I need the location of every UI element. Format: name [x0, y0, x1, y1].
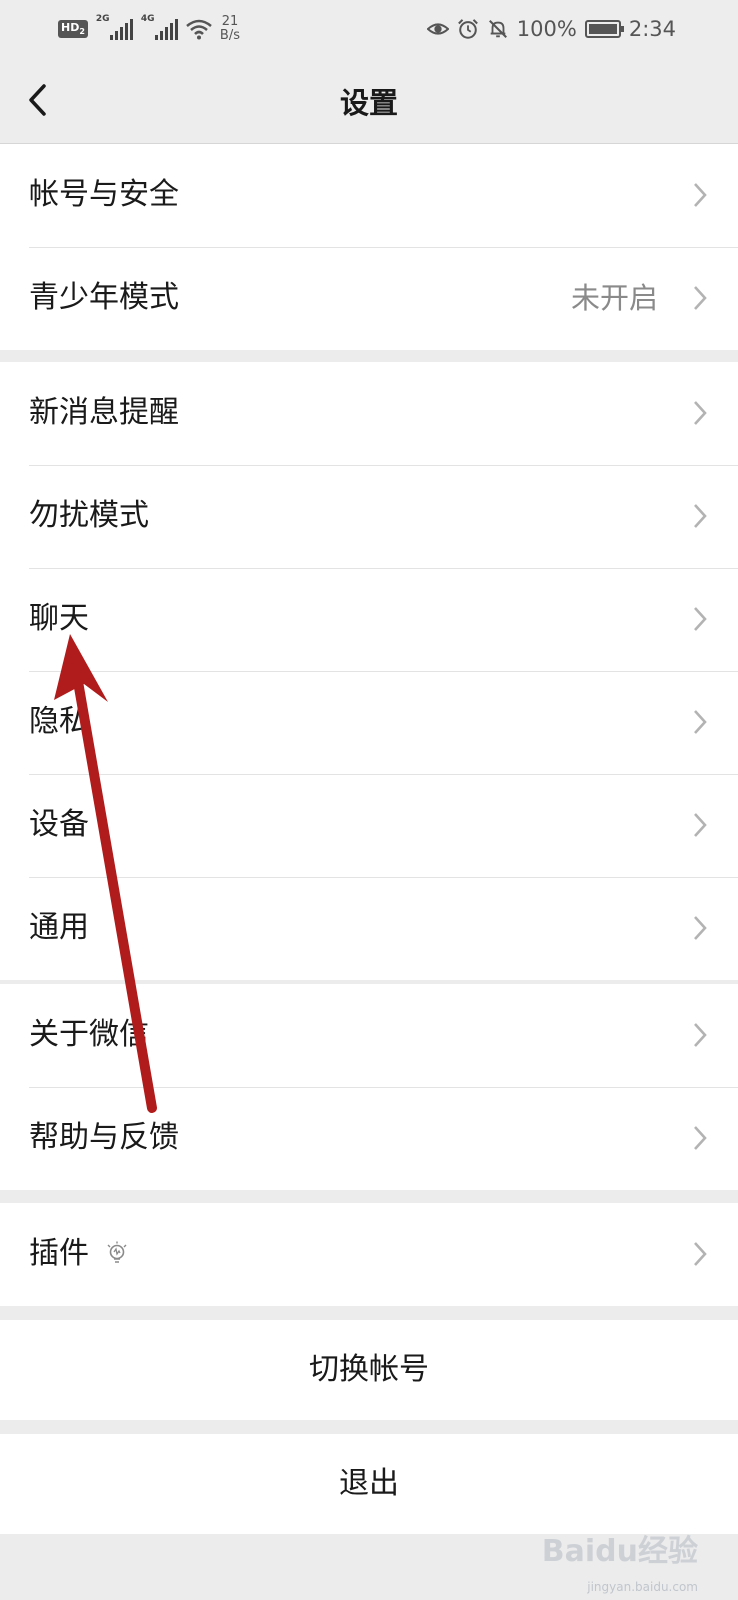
alarm-icon [457, 19, 478, 39]
chevron-right-icon [694, 401, 707, 425]
settings-row-account-security[interactable]: 帐号与安全 [0, 144, 738, 247]
teen-mode-status: 未开启 [570, 281, 658, 315]
chevron-right-icon [694, 1126, 707, 1150]
row-label: 青少年模式 [29, 280, 179, 315]
settings-row-devices[interactable]: 设备 [0, 774, 738, 877]
chevron-right-icon [694, 710, 707, 734]
lightbulb-icon [107, 1241, 127, 1263]
chevron-right-icon [694, 183, 707, 207]
settings-row-help-feedback[interactable]: 帮助与反馈 [0, 1087, 738, 1190]
settings-row-about-wechat[interactable]: 关于微信 [0, 984, 738, 1087]
battery-icon [584, 20, 624, 38]
settings-group-general: 新消息提醒 勿扰模式 聊天 隐私 设备 通用 [0, 362, 738, 980]
chevron-right-icon [694, 607, 707, 631]
logout-button[interactable]: 退出 [0, 1434, 738, 1534]
settings-row-general[interactable]: 通用 [0, 877, 738, 980]
row-label: 帮助与反馈 [29, 1120, 179, 1155]
settings-row-notifications[interactable]: 新消息提醒 [0, 362, 738, 465]
chevron-right-icon [694, 286, 707, 310]
chevron-right-icon [694, 813, 707, 837]
chevron-right-icon [694, 1242, 707, 1266]
hd-badge: HD2 [58, 20, 88, 38]
nav-bar: 设置 [0, 56, 738, 144]
settings-group-plugins: 插件 [0, 1203, 738, 1306]
settings-row-chat[interactable]: 聊天 [0, 568, 738, 671]
mute-bell-icon [488, 20, 507, 38]
wifi-icon [186, 19, 212, 40]
battery-percent: 100% [516, 17, 577, 41]
watermark-url: jingyan.baidu.com [587, 1580, 698, 1594]
row-label: 隐私 [29, 704, 89, 739]
settings-row-teen-mode[interactable]: 青少年模式 未开启 [0, 247, 738, 350]
chevron-right-icon [694, 916, 707, 940]
row-label: 勿扰模式 [29, 498, 149, 533]
settings-group-account: 帐号与安全 青少年模式 未开启 [0, 144, 738, 350]
network-speed: 21 B/s [219, 14, 240, 43]
status-bar: HD2 2G 4G 21 B/s 100% 2:34 [0, 0, 738, 56]
row-label: 插件 [29, 1236, 89, 1271]
row-label: 新消息提醒 [29, 395, 179, 430]
status-bar-right: 100% 2:34 [426, 12, 676, 46]
row-label: 帐号与安全 [29, 177, 179, 212]
settings-group-about: 关于微信 帮助与反馈 [0, 984, 738, 1190]
settings-row-do-not-disturb[interactable]: 勿扰模式 [0, 465, 738, 568]
clock: 2:34 [628, 17, 676, 41]
status-bar-left: HD2 2G 4G 21 B/s [58, 12, 240, 46]
chevron-right-icon [694, 1023, 707, 1047]
watermark-logo: Baidu经验 [541, 1534, 698, 1569]
row-label: 通用 [29, 910, 89, 945]
chevron-right-icon [694, 504, 707, 528]
settings-row-plugins[interactable]: 插件 [0, 1203, 738, 1306]
row-label: 关于微信 [29, 1017, 149, 1052]
switch-account-button[interactable]: 切换帐号 [0, 1320, 738, 1420]
signal-icon-sim1: 2G [96, 14, 133, 40]
signal-icon-sim2: 4G [141, 14, 178, 40]
settings-row-privacy[interactable]: 隐私 [0, 671, 738, 774]
page-title: 设置 [339, 86, 398, 120]
row-label: 设备 [29, 807, 89, 842]
row-label: 聊天 [29, 601, 89, 636]
eye-icon [426, 23, 449, 35]
